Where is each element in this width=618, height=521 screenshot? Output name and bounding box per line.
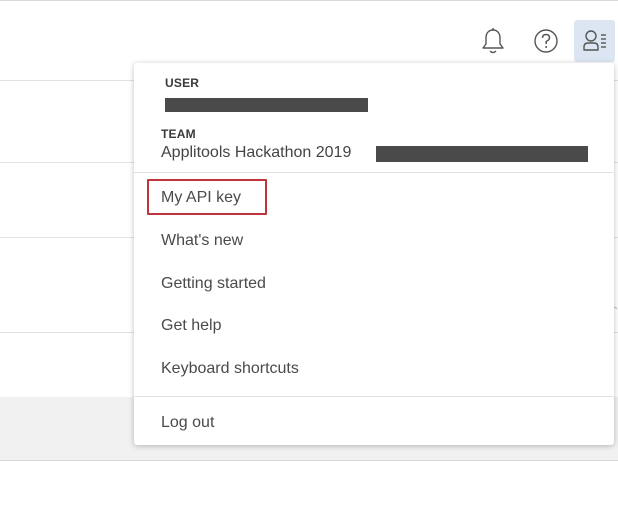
menu-divider [134, 172, 614, 173]
top-divider [0, 0, 618, 1]
team-name: Applitools Hackathon 2019 [161, 144, 352, 161]
menu-item-get-help[interactable]: Get help [161, 317, 221, 335]
notifications-button[interactable] [473, 20, 513, 62]
redacted-team-id [376, 146, 588, 162]
bell-icon [480, 27, 506, 55]
menu-item-log-out[interactable]: Log out [161, 414, 214, 432]
menu-item-getting-started[interactable]: Getting started [161, 275, 266, 293]
menu-divider [134, 396, 614, 397]
menu-item-my-api-key[interactable]: My API key [161, 189, 241, 207]
page: ⌃ USER TEAM Applitools Hackathon 2019 My… [0, 0, 618, 521]
user-menu-button[interactable] [574, 20, 615, 62]
user-menu-icon [582, 28, 608, 54]
help-icon [533, 28, 559, 54]
redacted-username [165, 98, 368, 112]
team-section-label: TEAM [161, 127, 196, 141]
menu-item-whats-new[interactable]: What's new [161, 232, 243, 250]
help-button[interactable] [526, 20, 566, 62]
user-section-label: USER [165, 76, 200, 90]
user-dropdown-menu: USER TEAM Applitools Hackathon 2019 My A… [134, 63, 614, 445]
menu-item-keyboard-shortcuts[interactable]: Keyboard shortcuts [161, 360, 299, 378]
